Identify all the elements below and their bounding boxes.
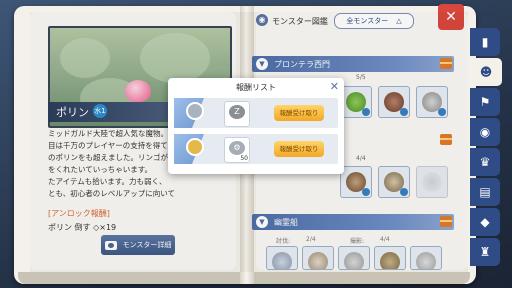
eye-icon[interactable]: ◉ <box>470 118 500 146</box>
reward-row: Z 報酬受け取り <box>174 98 338 128</box>
reward-row: ⚙ 50 報酬受け取り <box>174 134 338 164</box>
reward-item[interactable]: ⚙ 50 <box>224 137 250 163</box>
dialog-close-button[interactable]: ✕ <box>330 80 339 93</box>
card-icon[interactable]: ▤ <box>470 178 500 206</box>
reward-qty: 50 <box>240 155 248 162</box>
reward-item[interactable]: Z <box>224 101 250 127</box>
flag-icon[interactable]: ⚑ <box>470 88 500 116</box>
poring-icon[interactable]: ☻ <box>470 58 502 86</box>
reward-list-dialog: 報酬リスト ✕ Z 報酬受け取り ⚙ 50 報酬受け取り <box>168 78 344 174</box>
zeny-coin-icon: Z <box>229 105 245 119</box>
close-icon: ✕ <box>329 80 339 93</box>
receive-reward-button[interactable]: 報酬受け取り <box>274 141 324 157</box>
receive-reward-button[interactable]: 報酬受け取り <box>274 105 324 121</box>
gold-medal-icon <box>186 138 204 156</box>
silver-medal-icon <box>186 102 204 120</box>
chef-hat-icon[interactable]: ♛ <box>470 148 500 176</box>
material-icon: ⚙ <box>229 141 245 155</box>
trophy-icon[interactable]: ♜ <box>470 238 500 266</box>
tag-icon[interactable]: ◆ <box>470 208 500 236</box>
dialog-title: 報酬リスト <box>236 83 276 92</box>
book-icon[interactable]: ▮ <box>470 28 500 56</box>
